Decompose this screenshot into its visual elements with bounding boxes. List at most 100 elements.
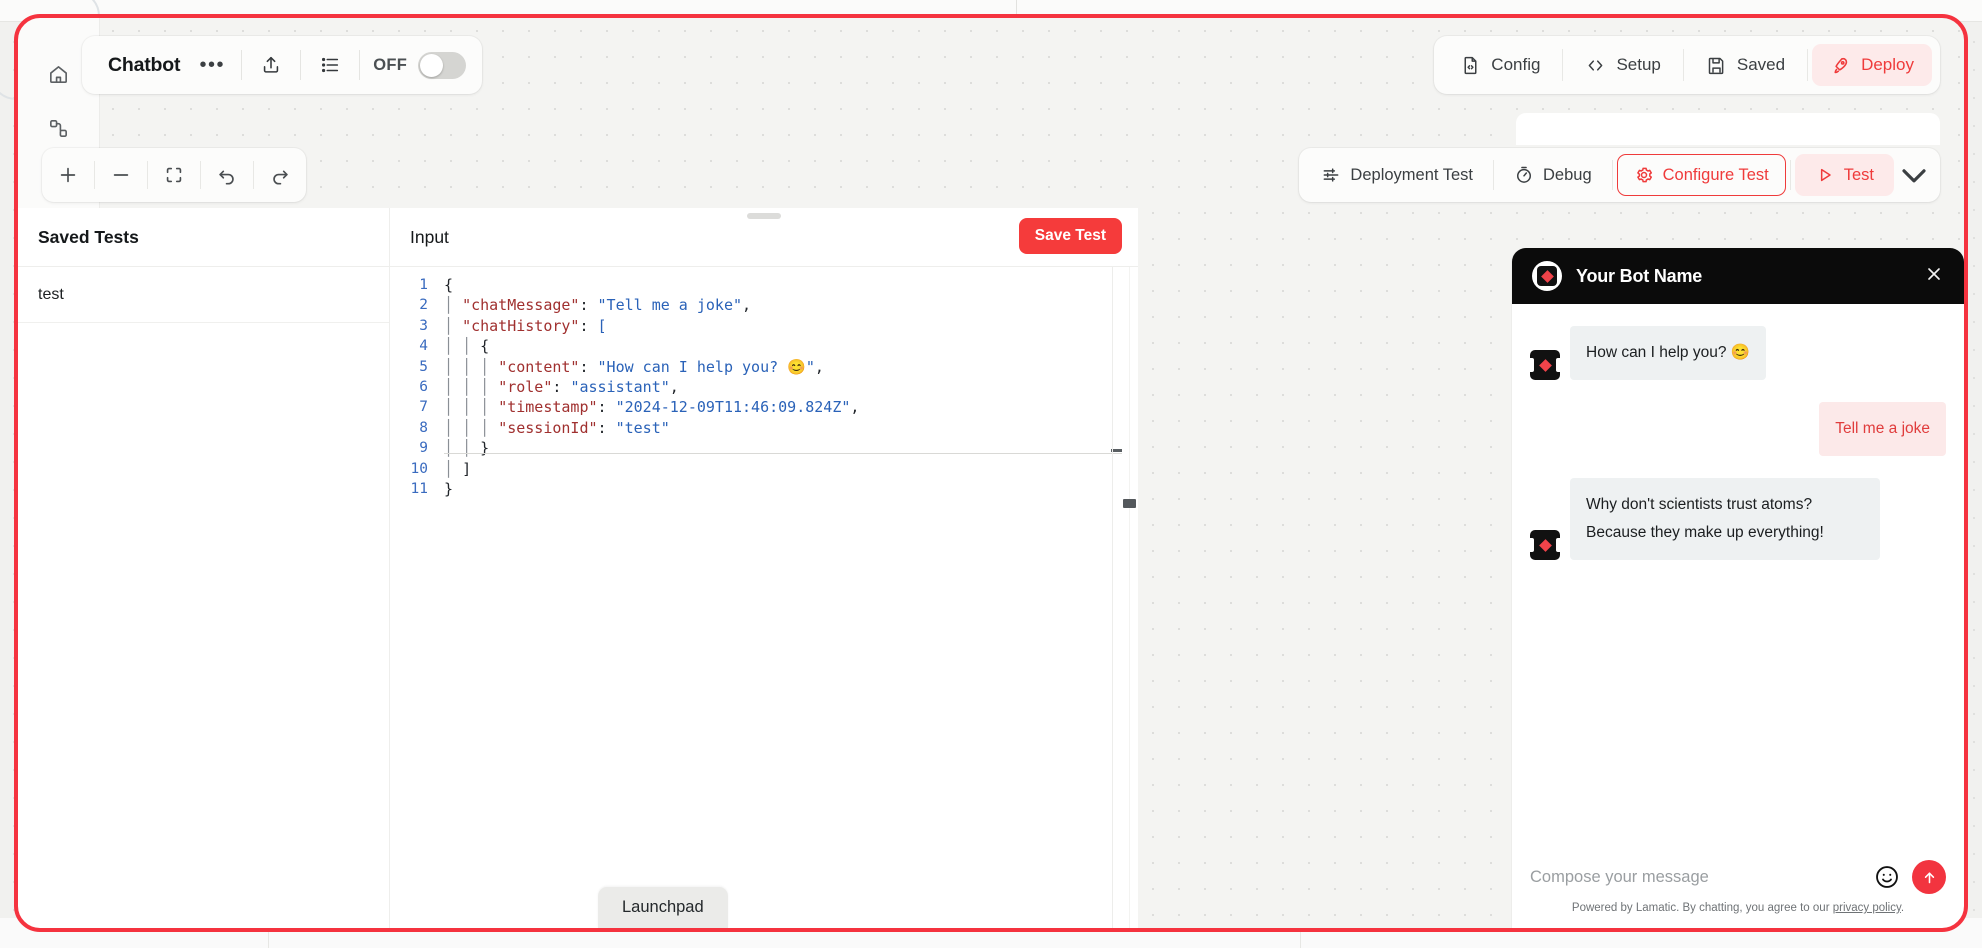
code-text: │ "chatMessage": "Tell me a joke", bbox=[444, 295, 751, 315]
code-line: 6 │ │ │ "role": "assistant", bbox=[390, 377, 1138, 397]
undo-icon bbox=[219, 170, 234, 185]
indent-guide: │ bbox=[480, 418, 499, 437]
configure-test-button[interactable]: Configure Test bbox=[1616, 154, 1786, 196]
send-message-button[interactable] bbox=[1912, 860, 1946, 894]
code-text: │ │ } bbox=[444, 438, 489, 458]
deploy-button[interactable]: Deploy bbox=[1812, 44, 1932, 86]
code-token: "chatMessage" bbox=[462, 296, 580, 315]
sliders-icon bbox=[1324, 168, 1339, 182]
plus-icon bbox=[60, 167, 76, 183]
chat-bubble: Why don't scientists trust atoms? Becaus… bbox=[1570, 478, 1880, 560]
chevron-down-icon bbox=[1902, 169, 1926, 183]
sidebar-item-workflows[interactable] bbox=[37, 106, 81, 150]
deployment-test-button[interactable]: Deployment Test bbox=[1305, 154, 1489, 196]
code-token: , bbox=[814, 357, 824, 376]
code-token: ] bbox=[462, 459, 472, 478]
flow-enable-toggle[interactable] bbox=[418, 51, 467, 79]
redo-button[interactable] bbox=[254, 154, 306, 196]
test-options-dropdown[interactable] bbox=[1894, 154, 1934, 196]
test-panel: Saved Tests Input Save Test test 1{2 │ "c… bbox=[18, 208, 1138, 928]
indent-guide: │ bbox=[444, 316, 463, 335]
indent-guide: │ bbox=[444, 459, 463, 478]
code-token: : bbox=[579, 316, 598, 335]
code-line: 10 │ ] bbox=[390, 459, 1138, 479]
saved-button[interactable]: Saved bbox=[1688, 44, 1803, 86]
test-toolbar-divider-1 bbox=[1493, 160, 1495, 190]
more-options-button[interactable]: ••• bbox=[190, 45, 234, 85]
header-actions-bar: Config Setup Saved Deploy bbox=[1434, 36, 1940, 94]
code-line: 7 │ │ │ "timestamp": "2024-12-09T11:46:09… bbox=[390, 397, 1138, 417]
test-panel-header: Saved Tests Input Save Test bbox=[18, 208, 1138, 267]
bot-avatar-icon bbox=[1527, 350, 1563, 380]
deployment-test-label: Deployment Test bbox=[1350, 165, 1474, 184]
code-text: │ │ │ "sessionId": "test" bbox=[444, 418, 670, 438]
config-button[interactable]: Config bbox=[1442, 44, 1558, 86]
emoji-button[interactable] bbox=[1874, 864, 1900, 890]
page-title: Chatbot bbox=[108, 53, 181, 76]
chatbot-messages: How can I help you? 😊 Tell me a joke Why… bbox=[1512, 304, 1964, 850]
chatbot-footer: Compose your message Powered by Lamatic.… bbox=[1512, 850, 1964, 928]
chat-input-placeholder[interactable]: Compose your message bbox=[1530, 868, 1862, 887]
export-button[interactable] bbox=[249, 45, 293, 85]
launchpad-tab[interactable]: Launchpad bbox=[598, 887, 728, 928]
saved-tests-list: test bbox=[18, 267, 390, 928]
indent-guide: │ bbox=[444, 337, 463, 356]
code-token: , bbox=[850, 398, 860, 417]
flow-list-button[interactable] bbox=[308, 45, 352, 85]
header-divider-1 bbox=[241, 50, 243, 80]
code-text: │ ] bbox=[444, 459, 471, 479]
code-line: 3 │ "chatHistory": [ bbox=[390, 316, 1138, 336]
code-line: 8 │ │ │ "sessionId": "test" bbox=[390, 418, 1138, 438]
bot-avatar-icon bbox=[1527, 530, 1563, 560]
code-token: [ bbox=[597, 316, 607, 335]
code-token: { bbox=[444, 276, 454, 294]
debug-button[interactable]: Debug bbox=[1498, 154, 1608, 196]
toggle-knob bbox=[420, 53, 444, 77]
sidebar-item-home[interactable] bbox=[37, 52, 81, 96]
play-icon bbox=[1820, 168, 1831, 182]
code-token: "2024-12-09T11:46:09.824Z" bbox=[615, 398, 851, 417]
privacy-policy-link[interactable]: privacy policy bbox=[1833, 902, 1901, 914]
chatbot-close-button[interactable] bbox=[1924, 264, 1944, 289]
editor-guide-line-2 bbox=[1129, 267, 1130, 928]
test-toolbar: Deployment Test Debug Configure Test Tes… bbox=[1299, 148, 1940, 202]
setup-button[interactable]: Setup bbox=[1567, 44, 1678, 86]
bot-logo-icon bbox=[1532, 261, 1562, 291]
code-line: 1{ bbox=[390, 275, 1138, 295]
list-item[interactable]: test bbox=[18, 267, 389, 323]
code-line: 5 │ │ │ "content": "How can I help you? 😊… bbox=[390, 357, 1138, 377]
code-token: : bbox=[597, 398, 616, 417]
code-token: "How can I help you? 😊" bbox=[597, 357, 815, 376]
chat-bubble: Tell me a joke bbox=[1819, 402, 1946, 456]
input-title: Input bbox=[410, 226, 449, 247]
run-test-button[interactable]: Test bbox=[1794, 154, 1894, 196]
json-input-editor[interactable]: 1{2 │ "chatMessage": "Tell me a joke", 3 │ … bbox=[390, 267, 1138, 928]
code-token: } bbox=[444, 479, 454, 498]
line-number: 8 bbox=[419, 419, 428, 436]
code-token: } bbox=[480, 439, 490, 458]
editor-scrollbar-marker[interactable] bbox=[1123, 499, 1136, 508]
header-action-divider-1 bbox=[1562, 49, 1564, 81]
chatbot-composer[interactable]: Compose your message bbox=[1512, 850, 1964, 902]
smiley-icon bbox=[1876, 866, 1898, 888]
config-label: Config bbox=[1491, 55, 1541, 74]
list-icon bbox=[322, 57, 339, 73]
zoom-out-button[interactable] bbox=[95, 154, 147, 196]
fit-screen-icon bbox=[166, 167, 182, 183]
line-number: 4 bbox=[419, 338, 428, 355]
fit-view-button[interactable] bbox=[148, 154, 200, 196]
indent-guide: │ bbox=[444, 377, 463, 396]
code-token: : bbox=[597, 418, 616, 437]
save-test-button[interactable]: Save Test bbox=[1018, 218, 1122, 254]
panel-resize-handle[interactable] bbox=[747, 213, 781, 219]
indent-guide: │ bbox=[444, 418, 463, 437]
legal-suffix: . bbox=[1900, 902, 1905, 914]
chat-message-bot: How can I help you? 😊 bbox=[1527, 326, 1946, 380]
indent-guide: │ bbox=[480, 398, 499, 417]
zoom-in-button[interactable] bbox=[42, 154, 94, 196]
debug-label: Debug bbox=[1543, 165, 1592, 184]
header-action-divider-2 bbox=[1682, 49, 1684, 81]
minus-icon bbox=[113, 174, 129, 176]
undo-button[interactable] bbox=[201, 154, 253, 196]
code-line: 11} bbox=[390, 479, 1138, 499]
